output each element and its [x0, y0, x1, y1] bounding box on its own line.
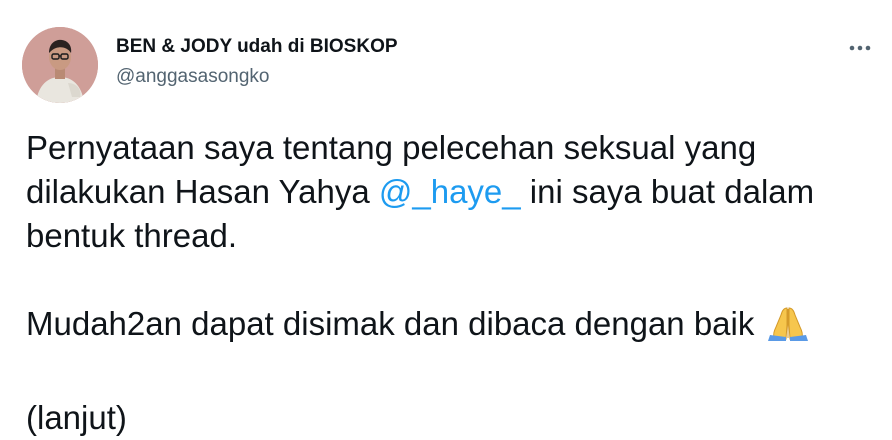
mention-link[interactable]: @_haye_ [379, 173, 521, 210]
avatar-photo-icon [22, 27, 98, 103]
tweet-text-segment: ini saya buat dalam [520, 173, 815, 210]
folded-hands-icon [767, 305, 808, 352]
tweet-text-segment: dilakukan Hasan Yahya [26, 173, 379, 210]
tweet-text-line: bentuk thread. [26, 217, 237, 254]
tweet-text-segment: Mudah2an dapat disimak dan dibaca dengan… [26, 305, 764, 342]
tweet: BEN & JODY udah di BIOSKOP @anggasasongk… [0, 0, 892, 436]
more-horizontal-icon [849, 45, 871, 51]
more-options-button[interactable] [838, 32, 882, 64]
avatar[interactable] [22, 27, 98, 103]
tweet-text-line: dilakukan Hasan Yahya @_haye_ ini saya b… [26, 170, 876, 214]
tweet-text-line: Mudah2an dapat disimak dan dibaca dengan… [26, 302, 876, 352]
tweet-text-line: (lanjut) [26, 399, 127, 436]
tweet-text-line: Pernyataan saya tentang pelecehan seksua… [26, 129, 757, 166]
author-handle[interactable]: @anggasasongko [116, 66, 269, 88]
author-display-name[interactable]: BEN & JODY udah di BIOSKOP [116, 36, 398, 58]
tweet-text: Pernyataan saya tentang pelecehan seksua… [26, 126, 876, 440]
